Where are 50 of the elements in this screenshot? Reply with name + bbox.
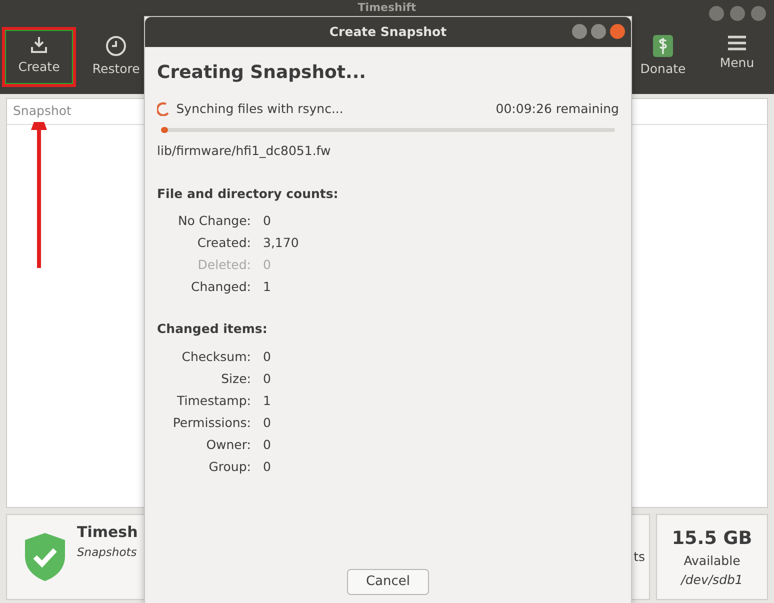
current-file: lib/firmware/hfi1_dc8051.fw xyxy=(157,142,332,160)
maximize-icon[interactable] xyxy=(730,6,745,21)
toolbar-button[interactable]: Create xyxy=(2,27,76,87)
count-label: Deleted: xyxy=(196,256,251,274)
count-value: 0 xyxy=(263,348,272,366)
status-text: ts xyxy=(634,548,645,566)
menu-icon xyxy=(728,35,746,51)
dollar-icon xyxy=(653,35,673,57)
count-value: 1 xyxy=(263,392,272,410)
count-value: 0 xyxy=(263,212,272,230)
count-label: Timestamp: xyxy=(176,392,251,410)
toolbar-button[interactable]: Restore xyxy=(79,27,154,87)
count-label: Permissions: xyxy=(172,414,251,432)
progress-status: Synching files with rsync... xyxy=(176,100,344,118)
maximize-icon[interactable] xyxy=(591,24,606,39)
minimize-icon[interactable] xyxy=(709,6,724,21)
minimize-icon[interactable] xyxy=(572,24,587,39)
cancel-button[interactable]: Cancel xyxy=(347,569,429,595)
count-label: Created: xyxy=(196,234,251,252)
download-icon xyxy=(29,35,49,55)
count-label: Changed: xyxy=(190,278,251,296)
count-value: 0 xyxy=(263,256,272,274)
dialog-heading: Creating Snapshot... xyxy=(157,61,368,85)
count-label: Owner: xyxy=(205,436,251,454)
status-title: Timesh xyxy=(77,522,138,544)
count-value: 1 xyxy=(263,278,272,296)
dialog-title: Create Snapshot xyxy=(329,22,447,41)
count-value: 0 xyxy=(263,414,272,432)
count-label: Size: xyxy=(220,370,251,388)
window-title: Timeshift xyxy=(358,1,416,14)
time-remaining: 00:09:26 remaining xyxy=(496,100,619,118)
status-subtitle: Snapshots xyxy=(77,544,138,561)
disk-device: /dev/sdb1 xyxy=(681,570,743,589)
count-label: Group: xyxy=(208,458,251,476)
section-title: Changed items: xyxy=(157,320,268,338)
shield-check-icon xyxy=(23,531,67,583)
close-icon[interactable] xyxy=(610,24,625,39)
close-icon[interactable] xyxy=(751,6,766,21)
count-value: 0 xyxy=(263,436,272,454)
disk-size: 15.5 GB xyxy=(672,526,752,551)
count-label: Checksum: xyxy=(180,348,251,366)
count-value: 0 xyxy=(263,370,272,388)
count-label: No Change: xyxy=(176,212,251,230)
section-title: File and directory counts: xyxy=(157,184,340,203)
count-value: 3,170 xyxy=(263,234,300,252)
count-value: 0 xyxy=(263,458,272,476)
toolbar-button[interactable]: Menu xyxy=(700,27,774,87)
disk-label: Available xyxy=(684,552,740,570)
spinner-icon xyxy=(157,102,170,116)
clock-icon xyxy=(105,35,128,57)
